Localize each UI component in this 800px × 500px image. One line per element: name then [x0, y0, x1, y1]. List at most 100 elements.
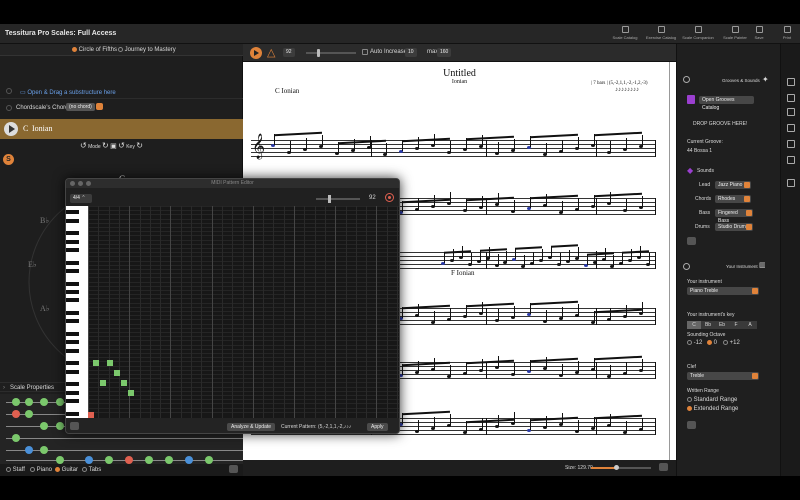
key-a[interactable]: A — [743, 321, 757, 329]
instrument-select[interactable]: Piano Treble — [687, 287, 759, 295]
size-slider[interactable] — [591, 465, 651, 470]
tempo-slider[interactable] — [306, 49, 356, 57]
mode-next-icon[interactable]: ↻ — [102, 141, 109, 150]
black-key[interactable] — [66, 382, 79, 387]
black-key[interactable] — [66, 210, 79, 215]
black-key[interactable] — [66, 260, 79, 265]
tab-journey[interactable]: Journey to Mastery — [118, 47, 176, 53]
scale-painter-button[interactable]: Scale Painter — [718, 26, 752, 42]
view-guitar[interactable]: Guitar — [55, 467, 78, 473]
key-bb[interactable]: Bb — [701, 321, 715, 329]
black-key[interactable] — [66, 369, 79, 374]
auto-increase-field[interactable]: 10 — [405, 48, 417, 57]
instrument-key-selector[interactable]: C Bb Eb F A — [687, 321, 757, 329]
play-scale-icon[interactable] — [4, 122, 18, 136]
black-key[interactable] — [66, 348, 79, 353]
open-grooves-button[interactable]: Open Grooves Catalog — [699, 96, 754, 111]
midi-slider-thumb[interactable] — [328, 195, 331, 203]
substructure-row[interactable]: ▭ Open & Drag a substructure here — [0, 85, 243, 99]
mode-prev-icon[interactable]: ↺ — [80, 141, 87, 150]
lock-icon[interactable]: ▣ — [110, 143, 117, 150]
piano-icon[interactable] — [787, 140, 795, 148]
pattern-note[interactable] — [128, 390, 134, 396]
slider-thumb[interactable] — [317, 49, 320, 57]
black-key[interactable] — [66, 340, 79, 345]
black-key[interactable] — [66, 281, 79, 286]
black-key[interactable] — [66, 298, 79, 303]
max-field[interactable]: 160 — [437, 48, 452, 57]
chords-select[interactable]: Rhodes — [715, 195, 751, 203]
substructure-link[interactable]: ▭ Open & Drag a substructure here — [20, 89, 116, 96]
edit-icon[interactable] — [787, 78, 795, 86]
lead-select[interactable]: Jazz Piano — [715, 181, 751, 189]
exercise-catalog-button[interactable]: Exercise Catalog — [644, 26, 678, 42]
range-standard[interactable]: Standard Range — [687, 397, 737, 403]
key-f[interactable]: F — [729, 321, 743, 329]
piano-keys[interactable] — [66, 206, 88, 418]
camera-icon[interactable] — [687, 237, 696, 245]
pattern-note[interactable] — [100, 380, 106, 386]
scale-companion-button[interactable]: Scale Companion — [681, 26, 715, 42]
octave-zero[interactable]: 0 — [707, 340, 717, 346]
camera-icon[interactable] — [787, 179, 795, 187]
clef-select[interactable]: Treble — [687, 372, 759, 380]
black-key[interactable] — [66, 390, 79, 395]
black-key[interactable] — [66, 239, 79, 244]
collapse-instrument-icon[interactable] — [683, 263, 690, 270]
auto-increase-checkbox[interactable] — [362, 49, 368, 55]
black-key[interactable] — [66, 411, 79, 416]
save-button[interactable]: Save — [748, 26, 770, 42]
collapse-grooves-icon[interactable] — [683, 76, 690, 83]
scale-bar[interactable]: C Ionian — [0, 119, 243, 139]
octave-plus[interactable]: +12 — [723, 340, 740, 346]
black-key[interactable] — [66, 231, 79, 236]
camera-icon[interactable] — [229, 465, 238, 473]
grooves-settings-icon[interactable]: ✦ — [762, 75, 769, 84]
circle-letter-ab[interactable]: A♭ — [40, 304, 50, 313]
list-icon[interactable] — [787, 124, 795, 132]
octave-minus[interactable]: -12 — [687, 340, 702, 346]
print-button[interactable]: Print — [776, 26, 798, 42]
metronome-icon[interactable]: △ — [267, 46, 275, 59]
black-key[interactable] — [66, 399, 79, 404]
scale-catalog-button[interactable]: Scale Catalog — [608, 26, 642, 42]
pattern-note[interactable] — [114, 370, 120, 376]
tempo-field[interactable]: 92 — [283, 48, 295, 57]
black-key[interactable] — [66, 332, 79, 336]
black-key[interactable] — [66, 311, 79, 315]
circle-letter-bb[interactable]: B♭ — [40, 216, 49, 225]
camera-icon[interactable] — [659, 463, 668, 471]
zoom-icon[interactable] — [86, 181, 91, 186]
close-icon[interactable] — [70, 181, 75, 186]
key-prev-icon[interactable]: ↺ — [118, 141, 125, 150]
midi-titlebar[interactable]: MIDI Pattern Editor — [66, 179, 399, 188]
midi-slider[interactable] — [316, 195, 360, 203]
view-piano[interactable]: Piano — [30, 467, 52, 473]
analyze-update-button[interactable]: Analyze & Update — [227, 423, 276, 431]
pattern-note[interactable] — [107, 360, 113, 366]
s-badge-icon[interactable]: S — [3, 154, 14, 165]
record-icon[interactable] — [385, 193, 394, 202]
tab-circle-of-fifths[interactable]: Circle of Fifths — [72, 47, 117, 53]
play-icon[interactable] — [250, 47, 262, 59]
settings-icon[interactable] — [787, 156, 795, 164]
black-key[interactable] — [66, 248, 79, 252]
chord-select[interactable]: (no chord) — [66, 103, 104, 112]
drop-groove-zone[interactable]: DROP GROOVE HERE! — [693, 121, 747, 127]
black-key[interactable] — [66, 290, 79, 294]
pattern-grid[interactable] — [88, 206, 399, 418]
key-c[interactable]: C — [687, 321, 701, 329]
black-key[interactable] — [66, 361, 79, 366]
grid-icon[interactable] — [787, 108, 795, 116]
black-key[interactable] — [66, 319, 79, 324]
drums-select[interactable]: Studio Drums — [715, 223, 753, 231]
pattern-note[interactable] — [121, 380, 127, 386]
minimize-icon[interactable] — [78, 181, 83, 186]
circle-letter-eb[interactable]: E♭ — [28, 260, 37, 269]
camera-icon[interactable] — [687, 421, 696, 429]
time-signature-select[interactable]: 4/4 ⌃ — [70, 194, 92, 203]
apply-button[interactable]: Apply — [367, 423, 388, 431]
midi-pattern-editor[interactable]: MIDI Pattern Editor 4/4 ⌃ 92 Analyze & U… — [65, 178, 400, 434]
key-next-icon[interactable]: ↻ — [136, 141, 143, 150]
range-extended[interactable]: Extended Range — [687, 406, 738, 412]
